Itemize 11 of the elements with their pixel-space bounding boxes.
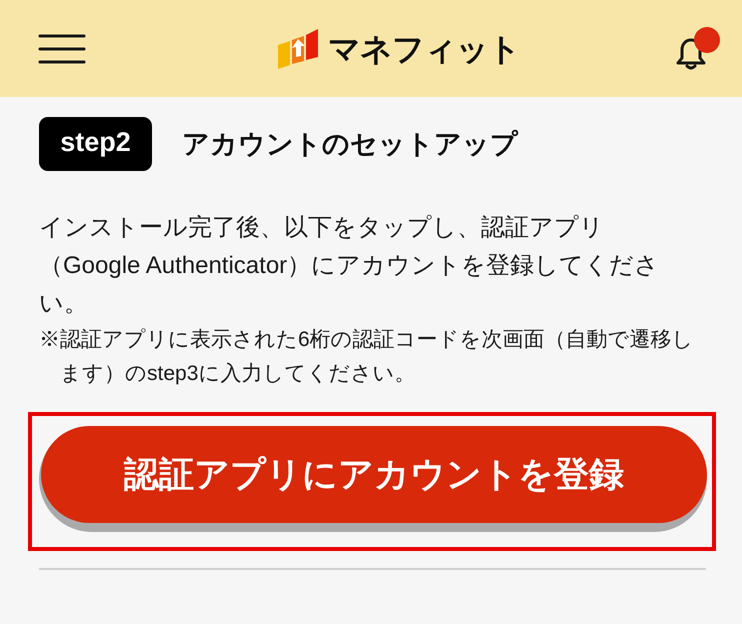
logo-icon xyxy=(278,28,318,68)
menu-button[interactable] xyxy=(38,34,86,64)
notification-button[interactable] xyxy=(676,26,720,70)
instruction-text: インストール完了後、以下をタップし、認証アプリ（Google Authenticator）にアカウントを登録してください。 xyxy=(39,213,660,319)
step-label: step2 xyxy=(39,117,152,171)
logo-text: マネフィット xyxy=(328,32,520,64)
note-text: ※認証アプリに表示された6桁の認証コードを次画面（自動で遷移します）のstep3に入力してください。 xyxy=(39,327,695,387)
step-title: アカウントのセットアップ xyxy=(182,128,518,160)
menu-icon xyxy=(38,34,86,64)
register-button[interactable]: 認証アプリにアカウントを登録 xyxy=(39,426,707,532)
bell-icon xyxy=(676,36,706,70)
